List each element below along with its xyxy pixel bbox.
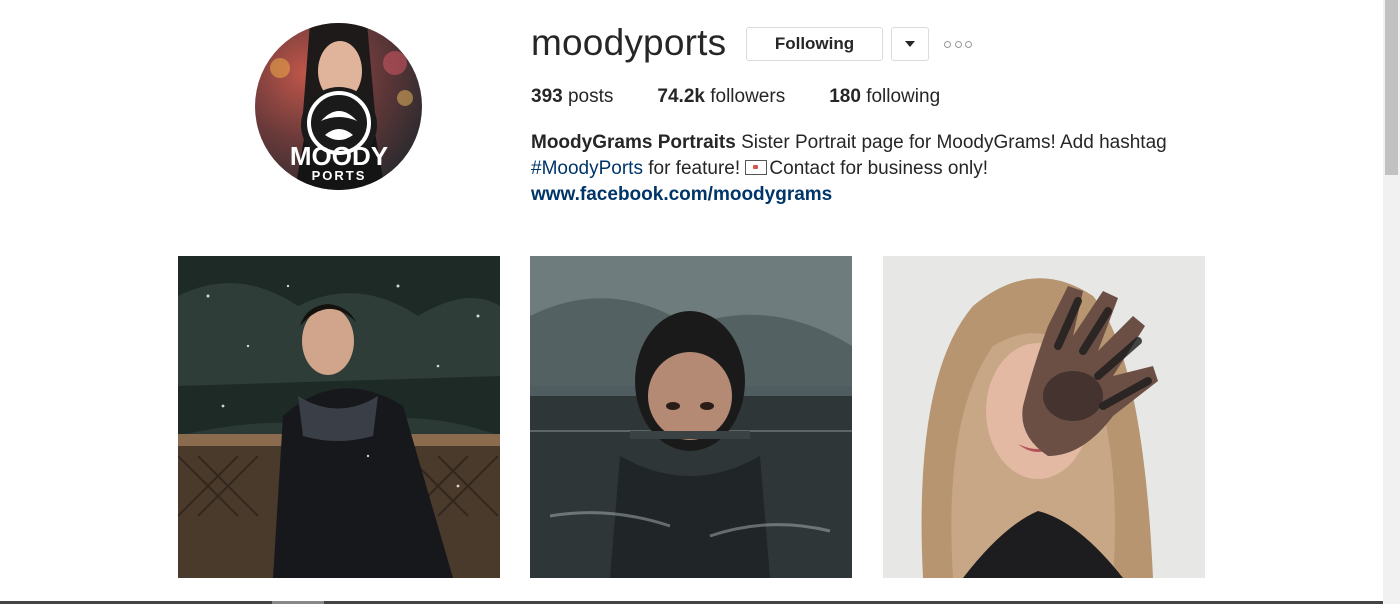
profile-website-link[interactable]: www.facebook.com/moodygrams [531,182,1171,208]
following-stat[interactable]: 180 following [829,86,940,108]
followers-stat[interactable]: 74.2k followers [657,86,785,108]
profile-stats: 393 posts 74.2k followers 180 following [531,86,984,108]
followers-count: 74.2k [657,86,705,107]
bio-text: Sister Portrait page for MoodyGrams! Add… [735,132,1167,153]
posts-label: posts [567,86,614,107]
profile-bio: MoodyGrams Portraits Sister Portrait pag… [531,130,1171,208]
bio-text-3: Contact for business only! [769,158,989,179]
more-options-icon [954,40,962,48]
avatar-logo-subtext: PORTS [312,168,367,183]
following-label: following [866,86,941,107]
suggestions-dropdown-button[interactable] [891,27,929,61]
following-count: 180 [829,86,861,107]
bio-hashtag-link[interactable]: #MoodyPorts [531,158,643,179]
caret-down-icon [905,41,915,47]
profile-username: moodyports [531,22,727,63]
post-thumbnail[interactable] [530,256,852,578]
post-thumbnail[interactable] [883,256,1205,578]
more-options-icon [944,40,951,48]
profile-full-name: MoodyGrams Portraits [531,132,736,153]
more-options-button[interactable] [944,38,972,50]
posts-stat: 393 posts [531,86,613,108]
envelope-icon [745,160,768,175]
posts-count: 393 [531,86,563,107]
post-thumbnail[interactable] [178,256,500,578]
more-options-icon [965,40,972,48]
following-button[interactable]: Following [746,27,883,61]
avatar-logo-text: MOODY [290,141,388,171]
bio-text-2: for feature! [642,158,746,179]
vertical-scrollbar[interactable] [1383,0,1400,604]
vertical-scrollbar-thumb[interactable] [1385,0,1398,175]
followers-label: followers [710,86,786,107]
profile-avatar[interactable]: MOODY PORTS [255,23,422,190]
